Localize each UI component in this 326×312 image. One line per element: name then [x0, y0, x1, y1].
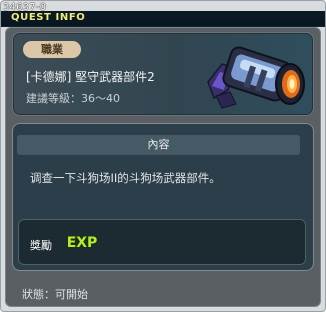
- exp-text: EXP: [67, 235, 98, 251]
- status-text: 狀態：可開始: [22, 288, 88, 301]
- weapon-part-icon: [207, 46, 305, 109]
- quest-name: [卡德娜] 堅守武器部件2: [26, 70, 155, 84]
- reward-box: [18, 219, 306, 265]
- window-title: QUEST INFO: [11, 12, 86, 23]
- content-header: 內容: [17, 135, 300, 155]
- level-requirement: 建議等級：36～40: [26, 92, 120, 105]
- reward-label: 獎勵: [30, 239, 52, 252]
- quest-id-label: 34637-0: [3, 2, 47, 13]
- exp-icon: EXP: [66, 234, 98, 251]
- job-badge: 職業: [23, 41, 81, 58]
- quest-description: 调查一下斗狗场II的斗狗场武器部件。: [30, 171, 221, 185]
